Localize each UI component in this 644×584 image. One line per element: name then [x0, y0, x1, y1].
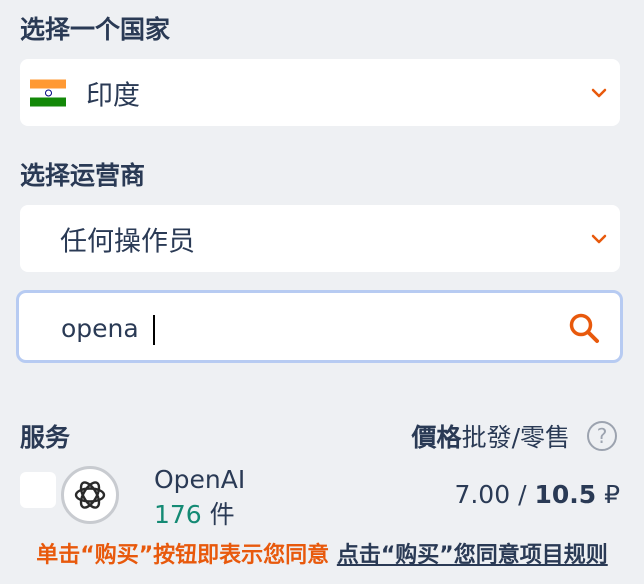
chevron-down-icon [591, 234, 607, 243]
help-icon[interactable]: ? [587, 421, 617, 451]
country-label: 选择一个国家 [20, 15, 171, 44]
openai-logo-icon [61, 466, 119, 524]
search-input[interactable] [59, 303, 533, 353]
service-name: OpenAI [154, 465, 246, 494]
service-count-number: 176 [154, 500, 202, 529]
service-column-header: 服务 [20, 423, 71, 452]
price-separator: / [518, 480, 527, 509]
operator-label: 选择运营商 [20, 161, 146, 190]
operator-select[interactable]: 任何操作员 [20, 205, 620, 272]
country-value: 印度 [86, 80, 140, 111]
retail-price: 10.5 [534, 480, 597, 509]
operator-value: 任何操作员 [60, 226, 195, 257]
india-flag-icon [30, 79, 66, 106]
country-select[interactable]: 印度 [20, 59, 620, 126]
price-header-bold: 價格 [411, 423, 462, 452]
search-box [16, 290, 623, 363]
project-rules-link[interactable]: 点击“购买”您同意项目规则 [337, 543, 608, 568]
service-filter-panel: 选择一个国家 印度 选择运营商 任何操作员 服务 價格批發/零售 ? [0, 0, 644, 584]
currency-symbol: ₽ [604, 480, 620, 509]
price-column-header: 價格批發/零售 [412, 418, 570, 454]
purchase-notice: 单击“购买”按钮即表示您同意 点击“购买”您同意项目规则 [0, 540, 644, 572]
search-icon[interactable] [568, 312, 600, 344]
service-count-unit: 件 [209, 500, 235, 529]
wholesale-price: 7.00 [454, 480, 511, 509]
purchase-notice-text: 单击“购买”按钮即表示您同意 [36, 543, 330, 568]
service-price: 7.00 / 10.5 ₽ [454, 480, 620, 509]
text-cursor [153, 315, 155, 345]
chevron-down-icon [591, 88, 607, 97]
price-header-rest: 批發/零售 [461, 423, 570, 452]
service-count: 176 件 [154, 495, 235, 531]
service-checkbox[interactable] [20, 472, 56, 508]
